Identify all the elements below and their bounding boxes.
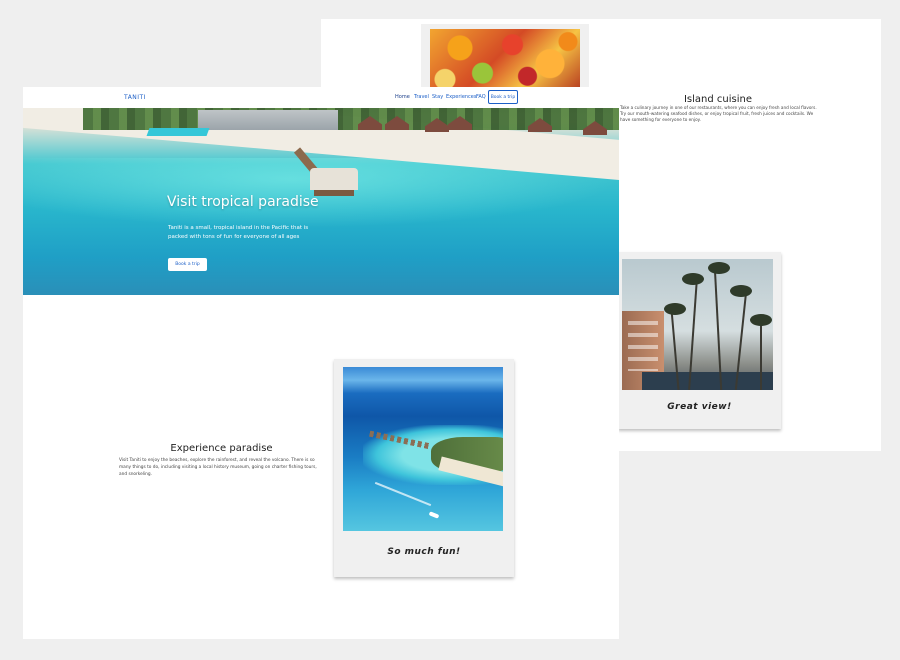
hero-text: Taniti is a small, tropical island in th… — [168, 225, 309, 240]
resort-building — [198, 110, 338, 130]
palm-photo-card: Great view! — [618, 252, 781, 429]
palm-photo-caption: Great view! — [667, 402, 732, 412]
palm-crown — [750, 314, 772, 326]
nav-link-experiences[interactable]: Experiences — [446, 94, 477, 100]
sea-photo-card: So much fun! — [334, 359, 514, 577]
overwater-hut — [310, 168, 358, 196]
home-page-preview: TANITI Home Travel Stay Experiences FAQ … — [23, 87, 619, 639]
sea-photo-caption: So much fun! — [387, 547, 461, 557]
nav-link-home[interactable]: Home — [395, 94, 410, 100]
navbar: TANITI Home Travel Stay Experiences FAQ … — [23, 87, 619, 108]
hero-book-trip-button[interactable]: Book a trip — [168, 258, 207, 271]
palm-crown — [682, 273, 704, 285]
food-photo — [430, 29, 580, 92]
nav-link-faq[interactable]: FAQ — [476, 94, 486, 100]
hero-title: Visit tropical paradise — [167, 194, 319, 210]
nav-link-travel[interactable]: Travel — [414, 94, 429, 100]
palm-crown — [708, 262, 730, 274]
cuisine-heading: Island cuisine — [683, 94, 753, 105]
boat-wake — [374, 481, 432, 507]
palm-crown — [730, 285, 752, 297]
cuisine-text: Take a culinary journey in one of our re… — [620, 105, 817, 122]
palm-photo — [622, 259, 773, 390]
palm-crown — [664, 303, 686, 315]
sea-photo — [343, 367, 503, 531]
brand-logo-link[interactable]: TANITI — [124, 94, 146, 101]
speedboat — [428, 511, 440, 519]
nav-link-stay[interactable]: Stay — [432, 94, 443, 100]
experience-heading: Experience paradise — [170, 443, 273, 454]
hero-banner: Visit tropical paradise Taniti is a smal… — [23, 108, 619, 295]
pool — [642, 372, 773, 390]
palm-trunk — [760, 319, 762, 390]
food-photo-frame — [421, 24, 589, 92]
nav-book-trip-button[interactable]: Book a trip — [488, 90, 518, 104]
resort-pool — [146, 128, 210, 136]
experience-text: Visit Taniti to enjoy the beaches, explo… — [119, 458, 317, 477]
